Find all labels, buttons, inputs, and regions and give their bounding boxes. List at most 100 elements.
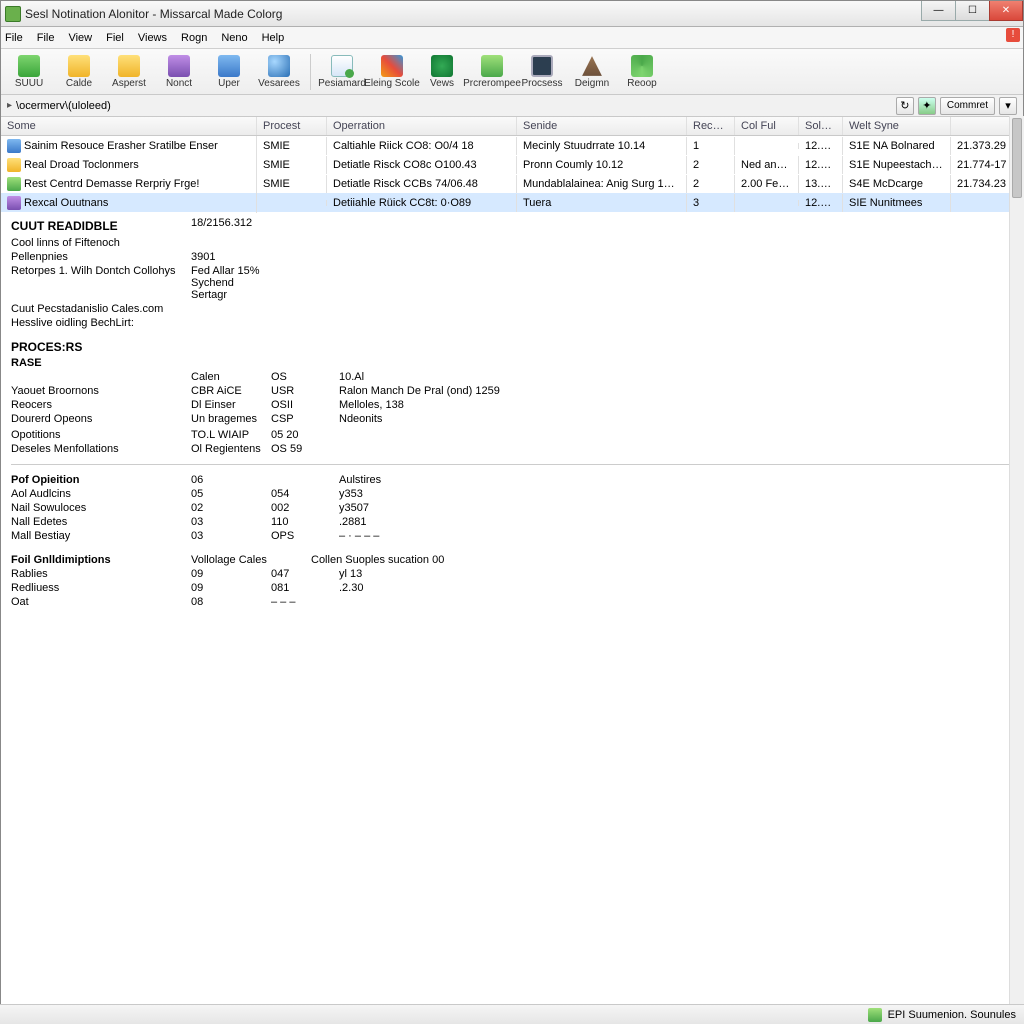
tool-suuu[interactable]: SUUU xyxy=(7,51,51,93)
detail-value: Fed Allar 15% Sychend Sertagr xyxy=(191,265,271,301)
menu-fiel[interactable]: Fiel xyxy=(106,32,124,44)
grid-header: Some Procest Operration Senide Recare Co… xyxy=(1,117,1023,136)
tool-vesarees[interactable]: Vesarees xyxy=(257,51,301,93)
menu-rogn[interactable]: Rogn xyxy=(181,32,207,44)
toolbar: SUUU Calde Asperst NonctUperVesarees Pesiama… xyxy=(1,49,1023,95)
cell-proc: SMIE xyxy=(257,175,327,193)
cell-last xyxy=(951,200,1015,206)
minimize-button[interactable]: — xyxy=(921,1,955,21)
col-colful[interactable]: Col Ful xyxy=(735,117,799,135)
tool-vews-icon xyxy=(431,55,453,77)
cell-proc xyxy=(257,200,327,206)
tool-calde[interactable]: Calde xyxy=(57,51,101,93)
cell-c2: OPS xyxy=(271,530,339,542)
detail-label: Pellenpnies xyxy=(11,251,191,263)
breadcrumb-path[interactable]: \ocermerv\(uloleed) xyxy=(16,100,111,112)
cell-c3: 10.Al xyxy=(339,371,599,383)
global-icon[interactable]: ✦ xyxy=(918,97,936,115)
menu-neno[interactable]: Neno xyxy=(221,32,247,44)
tool-vews[interactable]: Vews xyxy=(420,51,464,93)
tool-deigmn[interactable]: Deigmn xyxy=(570,51,614,93)
tool-pesiamard[interactable]: Pesiamard xyxy=(320,51,364,93)
col-recare[interactable]: Recare xyxy=(687,117,735,135)
detail-value: 3901 xyxy=(191,251,271,263)
tool-reoop[interactable]: Reoop xyxy=(620,51,664,93)
tool-calde-label: Calde xyxy=(66,78,92,89)
tool-nonct[interactable]: Nonct xyxy=(157,51,201,93)
cell-c1: Dl Einser xyxy=(191,399,271,411)
tool-eleing[interactable]: Eleing Scole xyxy=(370,51,414,93)
table-row[interactable]: Sainim Resouce Erasher Sratilbe EnserSMI… xyxy=(1,136,1023,155)
menu-views[interactable]: Views xyxy=(138,32,167,44)
detail-value xyxy=(191,303,271,315)
cell-c2: OSII xyxy=(271,399,339,411)
titlebar: Sesl Notination Alonitor - Missarcal Mad… xyxy=(1,1,1023,27)
tool-uper[interactable]: Uper xyxy=(207,51,251,93)
col-weltsyne[interactable]: Welt Syne xyxy=(843,117,951,135)
col-senide[interactable]: Senide xyxy=(517,117,687,135)
cell-c0: Nall Edetes xyxy=(11,516,191,528)
vertical-scrollbar[interactable] xyxy=(1009,116,1024,1004)
menu-file[interactable]: File xyxy=(5,32,23,44)
col-some[interactable]: Some xyxy=(1,117,257,135)
tool-deigmn-icon xyxy=(581,55,603,77)
tool-prcre-label: Prcrerompee xyxy=(463,78,521,89)
tool-procsess[interactable]: Procsess xyxy=(520,51,564,93)
refresh-icon[interactable]: ↻ xyxy=(896,97,914,115)
sec3-mid1: Vollolage Cales xyxy=(191,554,311,566)
cell-op: Detiatle Risck CO8c O100.43 xyxy=(327,156,517,174)
tool-eleing-icon xyxy=(381,55,403,77)
cell-c1: 09 xyxy=(191,582,271,594)
tool-asperst-label: Asperst xyxy=(112,78,146,89)
statusbar: EPI Suumenion. Sounules xyxy=(0,1004,1024,1024)
cell-c0: Dourerd Opeons xyxy=(11,413,191,425)
tool-pesiamard-label: Pesiamard xyxy=(318,78,366,89)
cell-c3 xyxy=(339,443,599,455)
cell-c0: Aol Audlcins xyxy=(11,488,191,500)
col-procest[interactable]: Procest xyxy=(257,117,327,135)
cell-col: Ned anvit… xyxy=(735,156,799,174)
tool-prcre[interactable]: Prcrerompee xyxy=(470,51,514,93)
cell-c2: 110 xyxy=(271,516,339,528)
tool-reoop-label: Reoop xyxy=(627,78,656,89)
cell-c3 xyxy=(339,429,599,441)
table-row[interactable]: Rest Centrd Demasse Rerpriy Frge!SMIEDet… xyxy=(1,174,1023,193)
menu-view[interactable]: View xyxy=(68,32,92,44)
col-operation[interactable]: Operration xyxy=(327,117,517,135)
tool-asperst[interactable]: Asperst xyxy=(107,51,151,93)
cell-c0: Nail Sowuloces xyxy=(11,502,191,514)
cell-c0 xyxy=(11,371,191,383)
app-icon xyxy=(5,6,21,22)
menu-file2[interactable]: File xyxy=(37,32,55,44)
cell-rec: 3 xyxy=(687,194,735,212)
cell-c2: OS xyxy=(271,371,339,383)
table-row[interactable]: Rexcal OuutnansDetiiahle Rüick CC8t: 0·O… xyxy=(1,193,1023,212)
tool-procsess-label: Procsess xyxy=(521,78,562,89)
tool-eleing-label: Eleing Scole xyxy=(364,78,420,89)
tool-vews-label: Vews xyxy=(430,78,454,89)
maximize-button[interactable]: ☐ xyxy=(955,1,989,21)
cell-c1: TO.L WIAIP xyxy=(191,429,271,441)
alert-icon[interactable]: ! xyxy=(1006,28,1020,42)
cell-c1: 03 xyxy=(191,516,271,528)
cell-c1: CBR AiCE xyxy=(191,385,271,397)
close-button[interactable]: ✕ xyxy=(989,1,1023,21)
cell-c2: 081 xyxy=(271,582,339,594)
cell-c2: CSP xyxy=(271,413,339,425)
table-row[interactable]: Real Droad ToclonmersSMIEDetiatle Risck … xyxy=(1,155,1023,174)
cell-last: 21.734.23 xyxy=(951,175,1015,193)
commit-button[interactable]: Commret xyxy=(940,97,995,115)
chevron-right-icon: ▸ xyxy=(7,100,12,111)
dropdown-icon[interactable]: ▾ xyxy=(999,97,1017,115)
scrollbar-thumb[interactable] xyxy=(1012,118,1022,198)
col-extra[interactable] xyxy=(951,117,1015,135)
cell-name: Sainim Resouce Erasher Sratilbe Enser xyxy=(1,136,257,156)
cell-c1: Ol Regientens xyxy=(191,443,271,455)
cell-svc: Pronn Coumly 10.12 xyxy=(517,156,687,174)
detail-value xyxy=(191,237,271,249)
aulstires-label: Aulstires xyxy=(339,474,599,486)
col-solura[interactable]: Solura xyxy=(799,117,843,135)
row-icon xyxy=(7,196,21,210)
tool-suuu-icon xyxy=(18,55,40,77)
menu-help[interactable]: Help xyxy=(262,32,285,44)
